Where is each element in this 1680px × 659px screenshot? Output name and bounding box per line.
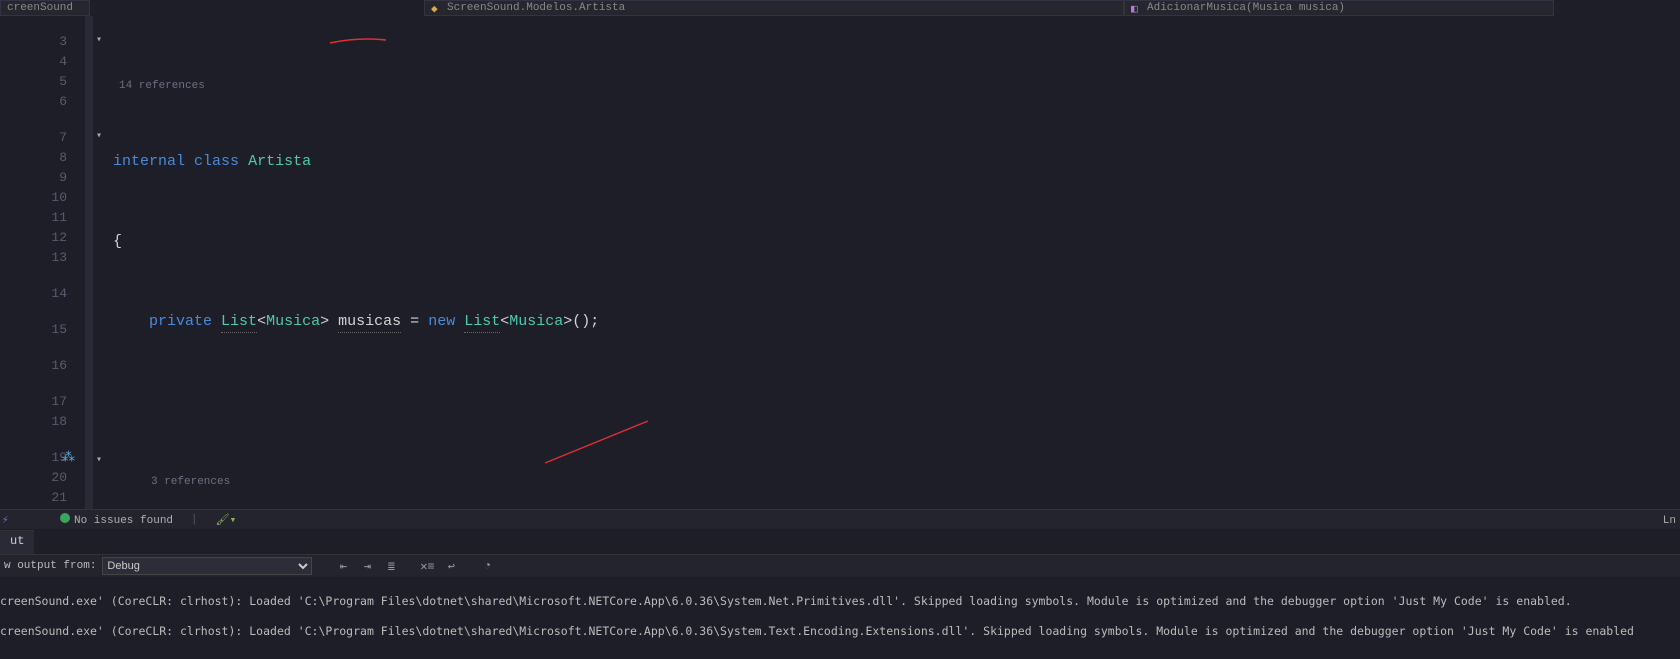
- breadcrumb-project[interactable]: creenSound: [0, 0, 90, 16]
- outline-column[interactable]: ▾ ▾ ▾: [93, 16, 113, 509]
- indent-left-icon[interactable]: ⇤: [334, 557, 352, 575]
- brush-icon[interactable]: 🖌▾: [216, 513, 237, 527]
- output-toolbar: w output from: Debug ⇤ ⇥ ≣ ✕≡ ↩ ◔: [0, 554, 1680, 577]
- chevron-down-icon[interactable]: ▾: [96, 130, 108, 142]
- breadcrumb-class-label: ScreenSound.Modelos.Artista: [447, 2, 625, 14]
- class-icon: ◆: [431, 2, 443, 14]
- output-from-label: w output from:: [4, 560, 96, 572]
- chevron-down-icon[interactable]: ▾: [96, 34, 108, 46]
- caret-position: Ln: [1663, 515, 1676, 527]
- breakpoint-column[interactable]: [85, 16, 93, 509]
- list-icon[interactable]: ≣: [382, 557, 400, 575]
- eyedropper-icon: ⁂: [62, 450, 75, 465]
- output-line: creenSound.exe' (CoreCLR: clrhost): Load…: [0, 624, 1680, 639]
- code-area[interactable]: 14 references internal class Artista { p…: [113, 16, 1680, 509]
- editor-status-bar: ⚡ No issues found | 🖌▾: [0, 509, 1680, 529]
- code-editor[interactable]: 3 4 5 6 7 8 9 10 11 12 13 14 15 16 17 18…: [0, 16, 1680, 509]
- breadcrumb-member-label: AdicionarMusica(Musica musica): [1147, 2, 1345, 14]
- codelens-references[interactable]: 14 references: [113, 76, 1680, 92]
- codelens-references[interactable]: 3 references: [113, 472, 1680, 488]
- breadcrumb-project-label: creenSound: [7, 2, 73, 14]
- output-console[interactable]: creenSound.exe' (CoreCLR: clrhost): Load…: [0, 577, 1680, 659]
- wrap-icon[interactable]: ↩: [442, 557, 460, 575]
- annotation-arrow: [328, 33, 388, 47]
- bolt-icon: ⚡: [2, 513, 9, 527]
- issues-indicator[interactable]: No issues found: [60, 513, 173, 527]
- output-source-select[interactable]: Debug: [102, 557, 312, 575]
- output-tab[interactable]: ut: [0, 530, 34, 554]
- line-number-gutter: 3 4 5 6 7 8 9 10 11 12 13 14 15 16 17 18…: [0, 16, 85, 509]
- output-line: creenSound.exe' (CoreCLR: clrhost): Load…: [0, 594, 1680, 609]
- breadcrumb-member[interactable]: ◧ AdicionarMusica(Musica musica): [1124, 0, 1554, 16]
- chevron-down-icon[interactable]: ▾: [96, 454, 108, 466]
- annotation-arrow: [543, 418, 653, 468]
- breadcrumb-class[interactable]: ◆ ScreenSound.Modelos.Artista: [424, 0, 1124, 16]
- indent-right-icon[interactable]: ⇥: [358, 557, 376, 575]
- method-icon: ◧: [1131, 2, 1143, 14]
- clear-icon[interactable]: ✕≡: [418, 557, 436, 575]
- clock-icon[interactable]: ◔: [478, 557, 496, 575]
- check-icon: [60, 513, 70, 523]
